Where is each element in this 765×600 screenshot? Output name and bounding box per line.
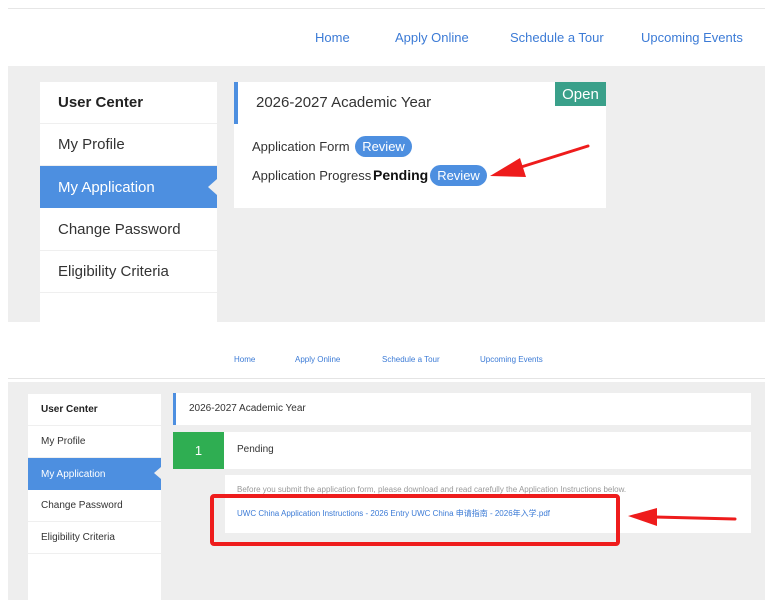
sidebar-item-label: Change Password	[58, 221, 181, 238]
nav-home[interactable]: Home	[234, 355, 255, 364]
step-status: Pending	[237, 444, 274, 455]
sidebar-item-label: My Profile	[41, 436, 86, 447]
sidebar: User Center My Profile My Application Ch…	[40, 82, 217, 322]
application-progress-review-button[interactable]: Review	[430, 165, 487, 186]
academic-year-title: 2026-2027 Academic Year	[256, 94, 432, 111]
sidebar-item-label: My Application	[58, 178, 155, 196]
status-badge-open: Open	[555, 82, 606, 106]
progress-status: Pending	[373, 167, 429, 183]
sidebar-item-label: My Profile	[58, 136, 125, 153]
sidebar-header: User Center	[28, 394, 161, 426]
sidebar-item-label: Eligibility Criteria	[41, 532, 115, 543]
screenshot-panel-small: Home Apply Online Schedule a Tour Upcomi…	[0, 322, 765, 600]
academic-year-bar: 2026-2027 Academic Year	[173, 393, 751, 425]
nav-divider	[8, 378, 765, 379]
sidebar-item-my-profile[interactable]: My Profile	[28, 426, 161, 458]
sidebar-item-eligibility-criteria[interactable]: Eligibility Criteria	[40, 251, 217, 293]
sidebar-item-label: My Application	[41, 468, 106, 480]
highlight-box	[210, 494, 620, 546]
sidebar-item-change-password[interactable]: Change Password	[40, 209, 217, 251]
progress-step-row: 1 Pending	[173, 432, 751, 469]
instructions-text: Before you submit the application form, …	[237, 485, 627, 494]
sidebar-item-label: Eligibility Criteria	[58, 263, 169, 280]
sidebar-item-my-application[interactable]: My Application	[28, 458, 161, 490]
sidebar-item-my-profile[interactable]: My Profile	[40, 124, 217, 166]
active-indicator-icon	[208, 179, 217, 195]
sidebar-small: User Center My Profile My Application Ch…	[28, 394, 161, 600]
sidebar-item-label: Change Password	[41, 500, 123, 511]
nav-upcoming-events[interactable]: Upcoming Events	[480, 355, 543, 364]
nav-apply-online[interactable]: Apply Online	[295, 355, 340, 364]
content-area-large: User Center My Profile My Application Ch…	[0, 0, 765, 322]
sidebar-header: User Center	[40, 82, 217, 124]
card-accent-bar	[173, 393, 176, 425]
nav-schedule-tour[interactable]: Schedule a Tour	[382, 355, 440, 364]
application-form-label: Application Form	[252, 139, 350, 154]
application-progress-label: Application Progress	[252, 168, 372, 183]
sidebar-item-eligibility-criteria[interactable]: Eligibility Criteria	[28, 522, 161, 554]
academic-year-title: 2026-2027 Academic Year	[189, 403, 306, 414]
sidebar-item-change-password[interactable]: Change Password	[28, 490, 161, 522]
active-indicator-icon	[154, 467, 161, 479]
sidebar-item-my-application[interactable]: My Application	[40, 166, 217, 208]
application-form-review-button[interactable]: Review	[355, 136, 412, 157]
card-accent-bar	[234, 82, 238, 124]
step-number-badge: 1	[173, 432, 224, 469]
